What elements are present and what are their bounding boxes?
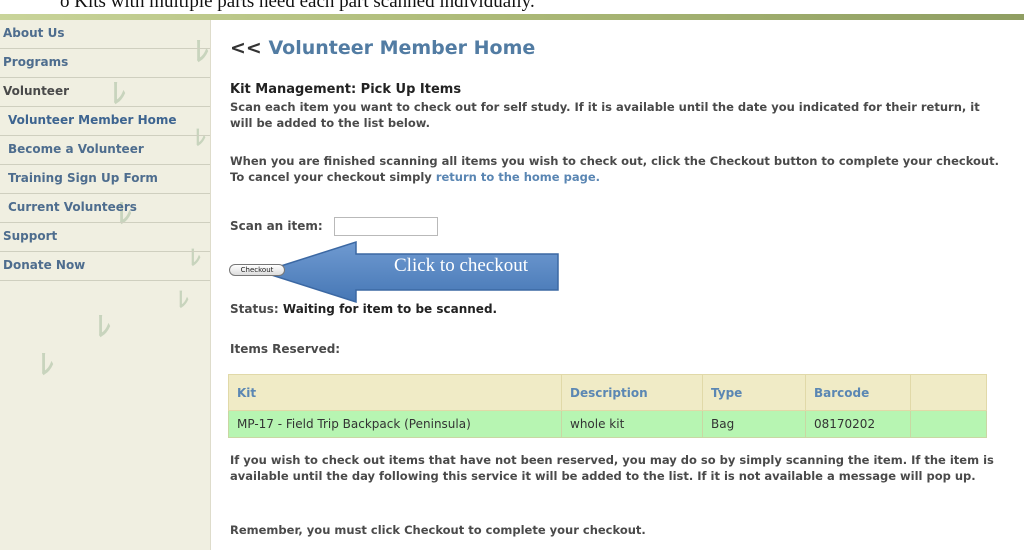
finish-text: When you are finished scanning all items…	[230, 154, 999, 184]
back-arrow: <<	[230, 37, 262, 59]
sidebar-item-donate-now[interactable]: Donate Now	[0, 252, 210, 281]
main-content: << Volunteer Member Home Kit Management:…	[228, 20, 1008, 550]
document-header: o Kits with multiple parts need each par…	[0, 0, 1024, 20]
cell-description: whole kit	[561, 410, 703, 438]
scan-label: Scan an item:	[230, 219, 323, 233]
cell-action	[910, 410, 987, 438]
bird-icon: ﾚ	[97, 310, 112, 343]
column-header-kit: Kit	[228, 374, 562, 411]
callout-text: Click to checkout	[394, 255, 529, 276]
column-header-type: Type	[702, 374, 806, 411]
back-link[interactable]: << Volunteer Member Home	[230, 37, 535, 59]
cell-type: Bag	[702, 410, 806, 438]
finish-text-block: When you are finished scanning all items…	[230, 153, 1000, 185]
section-title: Kit Management: Pick Up Items	[230, 82, 462, 97]
sidebar-item-about-us[interactable]: About Us	[0, 20, 210, 49]
scan-item-input[interactable]	[334, 217, 438, 236]
items-reserved-heading: Items Reserved:	[230, 342, 341, 356]
status-value: Waiting for item to be scanned.	[282, 302, 498, 316]
reminder-text: Remember, you must click Checkout to com…	[230, 523, 646, 537]
column-header-action	[910, 374, 987, 411]
table-header-row: Kit Description Type Barcode	[228, 374, 987, 411]
page-title: Volunteer Member Home	[268, 37, 536, 59]
sidebar-item-current-volunteers[interactable]: Current Volunteers	[0, 194, 210, 223]
home-link[interactable]: return to the home page.	[436, 170, 600, 184]
sidebar-item-programs[interactable]: Programs	[0, 49, 210, 78]
sidebar-item-volunteer[interactable]: Volunteer	[0, 78, 210, 107]
column-header-barcode: Barcode	[805, 374, 911, 411]
bird-icon: ﾚ	[178, 288, 190, 313]
unreserved-note: If you wish to check out items that have…	[230, 453, 994, 483]
items-reserved-table: Kit Description Type Barcode MP-17 - Fie…	[228, 374, 987, 438]
sidebar-item-support[interactable]: Support	[0, 223, 210, 252]
status-label: Status:	[230, 302, 279, 316]
document-bullet-text: o Kits with multiple parts need each par…	[60, 0, 535, 12]
bird-icon: ﾚ	[40, 348, 55, 381]
checkout-button[interactable]: Checkout	[229, 264, 285, 276]
column-header-description: Description	[561, 374, 703, 411]
sidebar-item-training-sign-up-form[interactable]: Training Sign Up Form	[0, 165, 210, 194]
status-line: Status: Waiting for item to be scanned.	[230, 302, 497, 316]
cell-barcode: 08170202	[805, 410, 911, 438]
sidebar-item-volunteer-member-home[interactable]: Volunteer Member Home	[0, 107, 210, 136]
intro-text: Scan each item you want to check out for…	[230, 100, 980, 130]
cell-kit: MP-17 - Field Trip Backpack (Peninsula)	[228, 410, 562, 438]
sidebar-item-become-a-volunteer[interactable]: Become a Volunteer	[0, 136, 210, 165]
table-row: MP-17 - Field Trip Backpack (Peninsula) …	[228, 410, 987, 438]
sidebar-nav: ﾚ ﾚ ﾚ ﾚ ﾚ ﾚ ﾚ ﾚ About Us Programs Volunt…	[0, 20, 211, 550]
